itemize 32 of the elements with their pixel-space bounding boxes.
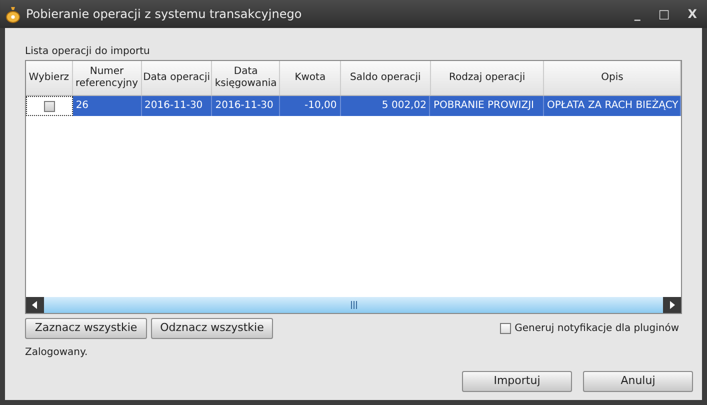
notify-checkbox[interactable] — [500, 323, 511, 334]
scrollbar-thumb[interactable] — [44, 297, 663, 313]
table-row[interactable]: 26 2016-11-30 2016-11-30 -10,00 5 002,02 POBRANIE PROWIZJI OPŁATA ZA RACH BIEŻĄCY — [26, 96, 681, 116]
column-header[interactable]: Opis — [544, 61, 681, 95]
minimize-button[interactable]: _ — [632, 5, 642, 23]
table-cell: POBRANIE PROWIZJI — [430, 96, 544, 116]
column-header[interactable]: Data księgowania — [212, 61, 280, 95]
cancel-button[interactable]: Anuluj — [583, 371, 693, 392]
maximize-button[interactable]: □ — [656, 5, 672, 23]
table-cell: 5 002,02 — [340, 96, 430, 116]
grip-icon — [350, 301, 356, 309]
column-header[interactable]: Data operacji — [142, 61, 212, 95]
import-button[interactable]: Importuj — [462, 371, 572, 392]
list-label: Lista operacji do importu — [25, 45, 151, 59]
table-cell: -10,00 — [280, 96, 341, 116]
column-header[interactable]: Numer referencyjny — [72, 61, 142, 95]
money-bag-icon — [5, 6, 21, 22]
column-header[interactable]: Kwota — [280, 61, 342, 95]
column-header[interactable]: Rodzaj operacji — [430, 61, 544, 95]
table-cell: 2016-11-30 — [212, 96, 280, 116]
table-cell: 26 — [72, 96, 142, 116]
column-header[interactable]: Wybierz — [26, 61, 73, 95]
window-title: Pobieranie operacji z systemu transakcyjnego — [26, 6, 302, 23]
table-cell: OPŁATA ZA RACH BIEŻĄCY — [544, 96, 681, 116]
row-checkbox[interactable] — [44, 100, 55, 112]
deselect-all-button[interactable]: Odznacz wszystkie — [151, 318, 273, 339]
column-header[interactable]: Saldo operacji — [341, 61, 431, 95]
select-all-button[interactable]: Zaznacz wszystkie — [25, 318, 147, 339]
table-cell: 2016-11-30 — [142, 96, 212, 116]
status-text: Zalogowany. — [25, 346, 89, 360]
notify-label: Generuj notyfikacje dla pluginów — [514, 322, 679, 336]
close-button[interactable]: X — [686, 5, 699, 23]
